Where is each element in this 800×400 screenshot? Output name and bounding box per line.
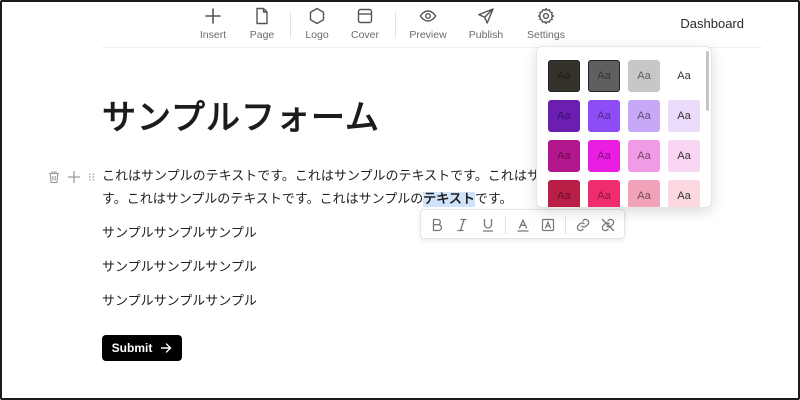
text-color-button[interactable] <box>515 217 531 233</box>
text-block[interactable]: サンプルサンプルサンプル <box>102 290 257 309</box>
plus-icon[interactable] <box>67 170 81 184</box>
settings-label: Settings <box>527 29 565 41</box>
toolbar-divider <box>290 12 291 38</box>
selected-text[interactable]: テキスト <box>423 192 475 207</box>
italic-button[interactable] <box>454 217 470 233</box>
preview-label: Preview <box>409 29 447 41</box>
color-swatch[interactable]: Aa <box>668 180 700 207</box>
swatch-label: Aa <box>557 70 571 82</box>
text-block[interactable]: サンプルサンプルサンプル <box>102 256 257 275</box>
swatch-label: Aa <box>557 190 571 202</box>
toolbar-divider <box>395 12 396 38</box>
color-picker: Aa Aa Aa Aa Aa Aa Aa Aa Aa Aa Aa Aa Aa Aa Aa Aa <box>536 46 712 208</box>
page-label: Page <box>249 29 275 41</box>
paragraph-block[interactable]: これはサンプルのテキストです。これはサンプルのテキストです。これはサンプルのテキ… <box>102 165 542 211</box>
insert-label: Insert <box>199 29 227 41</box>
trash-icon[interactable] <box>47 170 61 184</box>
format-toolbar <box>420 209 625 239</box>
color-swatch[interactable]: Aa <box>588 140 620 172</box>
color-swatch[interactable]: Aa <box>668 140 700 172</box>
italic-icon <box>457 218 467 232</box>
swatch-label: Aa <box>597 110 611 122</box>
plus-icon <box>205 8 221 24</box>
swatch-label: Aa <box>677 150 691 162</box>
paragraph-text: です。 <box>474 192 513 207</box>
swatch-label: Aa <box>637 70 651 82</box>
bold-icon <box>432 218 442 232</box>
color-swatch[interactable]: Aa <box>548 60 580 92</box>
swatch-label: Aa <box>557 150 571 162</box>
highlight-button[interactable] <box>540 217 556 233</box>
color-swatch[interactable]: Aa <box>628 100 660 132</box>
unlink-button[interactable] <box>600 217 616 233</box>
preview-button[interactable]: Preview <box>403 7 453 41</box>
top-toolbar: Insert Page Logo Cover Preview Publish S… <box>2 2 798 48</box>
logo-button[interactable]: Logo <box>292 7 342 41</box>
drag-handle-icon[interactable] <box>87 170 97 184</box>
paragraph-line: これはサンプルのテキストです。これはサンプルのテキストです。これはサンプルのテキ… <box>102 169 542 184</box>
send-icon <box>478 8 494 24</box>
color-swatch[interactable]: Aa <box>668 100 700 132</box>
submit-label: Submit <box>111 341 153 355</box>
dashboard-link[interactable]: Dashboard <box>680 16 744 31</box>
unlink-icon <box>601 218 615 232</box>
format-divider <box>505 216 506 234</box>
paragraph-text: す。これはサンプルのテキストです。これはサンプルの <box>102 192 424 207</box>
block-controls <box>47 168 97 186</box>
page-title[interactable]: サンプルフォーム <box>102 90 380 139</box>
highlight-icon <box>541 218 555 232</box>
color-swatch[interactable]: Aa <box>668 60 700 92</box>
paragraph-line: す。これはサンプルのテキストです。これはサンプルのテキストです。 <box>102 188 542 211</box>
eye-icon <box>419 10 437 22</box>
logo-label: Logo <box>305 29 329 41</box>
swatch-label: Aa <box>597 150 611 162</box>
swatch-label: Aa <box>677 110 691 122</box>
text-block[interactable]: サンプルサンプルサンプル <box>102 222 257 241</box>
bold-button[interactable] <box>429 217 445 233</box>
cover-button[interactable]: Cover <box>340 7 390 41</box>
swatch-label: Aa <box>637 110 651 122</box>
submit-button[interactable]: Submit <box>102 335 182 361</box>
underline-icon <box>482 218 494 232</box>
insert-button[interactable]: Insert <box>188 7 238 41</box>
swatch-label: Aa <box>677 70 691 82</box>
color-swatch[interactable]: Aa <box>548 100 580 132</box>
swatch-label: Aa <box>677 190 691 202</box>
cover-icon <box>357 8 373 24</box>
color-swatch[interactable]: Aa <box>548 180 580 207</box>
underline-button[interactable] <box>480 217 496 233</box>
gear-icon <box>537 7 555 25</box>
settings-button[interactable]: Settings <box>521 7 571 41</box>
color-swatch[interactable]: Aa <box>628 140 660 172</box>
page-button[interactable]: Page <box>237 7 287 41</box>
picker-scrollbar[interactable] <box>706 51 709 111</box>
text-color-icon <box>517 219 529 232</box>
link-button[interactable] <box>575 217 591 233</box>
color-swatch[interactable]: Aa <box>588 100 620 132</box>
color-swatch[interactable]: Aa <box>588 60 620 92</box>
arrow-right-icon <box>161 343 172 353</box>
cover-label: Cover <box>350 29 379 41</box>
color-swatch[interactable]: Aa <box>588 180 620 207</box>
swatch-label: Aa <box>597 70 611 82</box>
swatch-label: Aa <box>637 190 651 202</box>
color-swatch[interactable]: Aa <box>548 140 580 172</box>
color-swatch[interactable]: Aa <box>628 180 660 207</box>
page-icon <box>256 7 268 25</box>
app-frame: Insert Page Logo Cover Preview Publish S… <box>0 0 800 400</box>
swatch-label: Aa <box>637 150 651 162</box>
format-divider <box>565 216 566 234</box>
publish-button[interactable]: Publish <box>461 7 511 41</box>
swatch-label: Aa <box>557 110 571 122</box>
color-swatch[interactable]: Aa <box>628 60 660 92</box>
publish-label: Publish <box>468 29 504 41</box>
swatch-label: Aa <box>597 190 611 202</box>
link-icon <box>576 218 590 232</box>
hexagon-icon <box>309 7 325 25</box>
